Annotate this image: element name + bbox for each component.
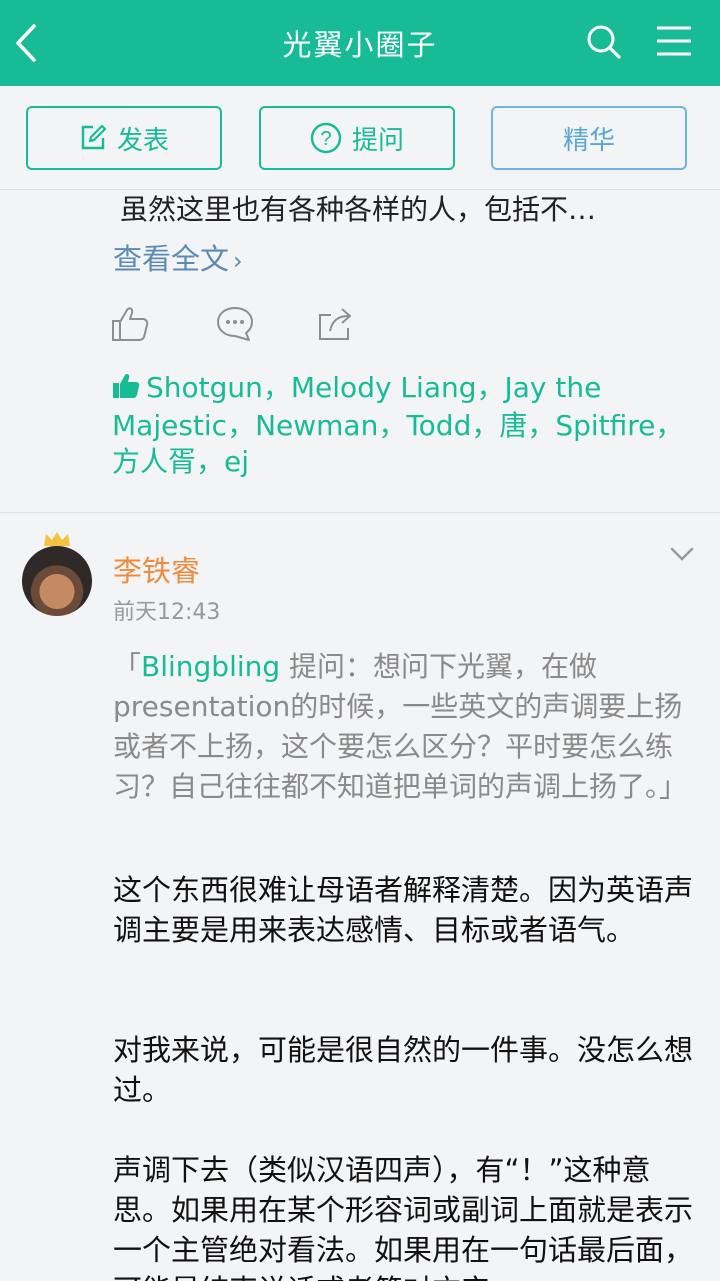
avatar-photo [22,546,92,616]
post-divider [0,512,720,513]
author-name[interactable]: 李铁睿 [113,548,200,590]
search-icon[interactable] [584,22,624,62]
comment-icon[interactable] [215,305,255,343]
answer-paragraph: 对我来说，可能是很自然的一件事。没怎么想过。 [113,1033,694,1107]
post-button[interactable]: 发表 [26,106,222,170]
likers-names[interactable]: Shotgun，Melody Liang，Jay the Majestic，Ne… [112,371,683,478]
answer-paragraph: 声调下去（类似汉语四声），有“！”这种意思。如果用在某个形容词或副词上面就是表示… [113,1153,694,1281]
action-bar: 发表 ? 提问 精华 [0,86,720,190]
ask-button-label: 提问 [351,125,404,156]
edit-icon [81,124,107,150]
like-icon[interactable] [110,305,150,343]
crown-icon [44,532,70,546]
answer-paragraph: 这个东西很难让母语者解释清楚。因为英语声调主要是用来表达感情、目标或者语气。 [113,873,694,947]
likers-list: Shotgun，Melody Liang，Jay the Majestic，Ne… [112,370,692,480]
quoted-user-link[interactable]: Blingbling [141,650,280,683]
featured-button[interactable]: 精华 [491,106,687,170]
top-nav-bar: 光翼小圈子 [0,0,720,86]
question-circle-icon: ? [310,122,342,154]
read-more-link[interactable]: 查看全文 › [113,236,243,278]
ask-button[interactable]: ? 提问 [259,106,455,170]
thumbs-up-filled-icon [112,372,140,408]
quoted-question: 「Blingbling 提问：想问下光翼，在做presentation的时候，一… [113,647,693,807]
post-excerpt: 虽然这里也有各种各样的人，包括不… [120,193,597,226]
chevron-down-icon[interactable] [668,542,696,566]
post-button-label: 发表 [116,125,169,156]
hamburger-menu-icon[interactable] [654,22,694,62]
featured-button-label: 精华 [562,125,615,156]
post-timestamp: 前天12:43 [113,600,221,625]
read-more-label: 查看全文 [113,242,230,276]
chevron-right-icon: › [233,247,243,275]
share-icon[interactable] [316,305,356,343]
svg-text:?: ? [320,128,331,150]
avatar[interactable] [20,530,96,620]
quote-open-bracket: 「 [113,650,142,683]
